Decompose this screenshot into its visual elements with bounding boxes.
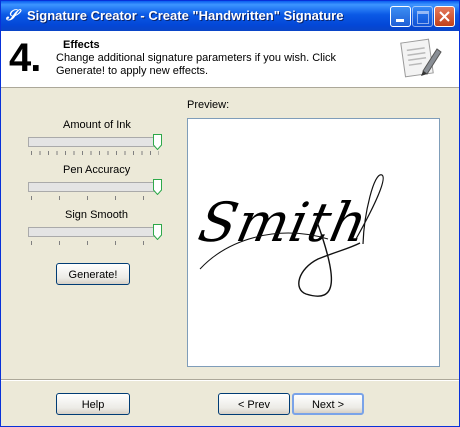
wizard-header: 4. Effects Change additional signature p… [1, 31, 459, 88]
next-button[interactable]: Next > [292, 393, 364, 415]
slider-thumb[interactable] [153, 134, 162, 150]
slider-track [28, 137, 160, 147]
minimize-button[interactable] [390, 6, 411, 27]
signature-flourish [199, 174, 384, 297]
slider-track [28, 227, 160, 237]
close-icon [439, 11, 450, 22]
ink-slider[interactable] [28, 134, 164, 160]
signature-creator-window: 𝒮 Signature Creator - Create "Handwritte… [0, 0, 460, 427]
close-button[interactable] [434, 6, 455, 27]
smooth-slider[interactable] [28, 224, 164, 250]
signature-preview: Smith [187, 118, 440, 367]
slider-ticks [31, 241, 159, 245]
slider-ticks [31, 196, 159, 200]
ink-label: Amount of Ink [63, 119, 131, 131]
step-description: Change additional signature parameters i… [56, 52, 337, 77]
generate-button[interactable]: Generate! [56, 263, 130, 285]
slider-thumb[interactable] [153, 179, 162, 195]
slider-thumb[interactable] [153, 224, 162, 240]
slider-track [28, 182, 160, 192]
document-pen-icon [400, 38, 442, 78]
slider-ticks [31, 151, 159, 155]
maximize-button[interactable] [412, 6, 433, 27]
smooth-label: Sign Smooth [65, 209, 128, 221]
prev-button[interactable]: < Prev [218, 393, 290, 415]
window-title: Signature Creator - Create "Handwritten"… [27, 8, 344, 23]
accuracy-slider[interactable] [28, 179, 164, 205]
footer-separator [1, 379, 459, 381]
signature-script-icon[interactable]: 𝒮 [6, 7, 22, 23]
title-bar[interactable]: 𝒮 Signature Creator - Create "Handwritte… [1, 1, 459, 31]
step-number: 4. [9, 36, 41, 80]
preview-label: Preview: [187, 99, 230, 111]
step-title: Effects [63, 39, 100, 51]
help-button[interactable]: Help [56, 393, 130, 415]
accuracy-label: Pen Accuracy [63, 164, 131, 176]
